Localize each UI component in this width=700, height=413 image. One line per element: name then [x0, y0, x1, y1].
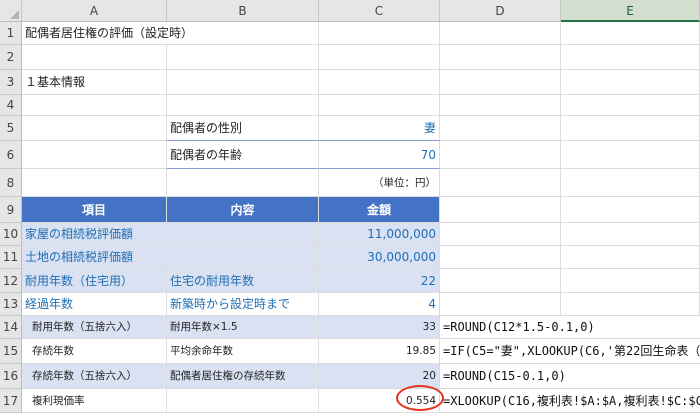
cell-d1[interactable]: [440, 22, 561, 45]
table-row-amount[interactable]: 4: [319, 293, 440, 316]
section-heading-cell[interactable]: １基本情報: [22, 70, 167, 95]
cell-a8[interactable]: [22, 169, 167, 197]
cell-b2[interactable]: [167, 45, 319, 70]
cell-e12[interactable]: [561, 269, 700, 293]
cell-d4[interactable]: [440, 95, 561, 116]
column-header-e[interactable]: E: [561, 0, 700, 22]
column-header-d[interactable]: D: [440, 0, 561, 22]
table-header-item[interactable]: 項目: [22, 197, 167, 223]
table-row-amount[interactable]: 11,000,000: [319, 223, 440, 246]
cell-a2[interactable]: [22, 45, 167, 70]
cell-b8[interactable]: [167, 169, 319, 197]
table-row-item[interactable]: 存続年数: [22, 339, 167, 364]
cell-d5[interactable]: [440, 116, 561, 141]
cell-e3[interactable]: [561, 70, 700, 95]
table-row-item[interactable]: 複利現価率: [22, 389, 167, 413]
cell-e9[interactable]: [561, 197, 700, 223]
row-header-5[interactable]: 5: [0, 116, 22, 141]
row-header-8[interactable]: 8: [0, 169, 22, 197]
cell-e5[interactable]: [561, 116, 700, 141]
table-header-amount[interactable]: 金額: [319, 197, 440, 223]
unit-note-cell[interactable]: （単位：円）: [319, 169, 440, 197]
table-row-item[interactable]: 耐用年数（五捨六入）: [22, 316, 167, 339]
table-row-content[interactable]: [167, 246, 319, 269]
table-row-item[interactable]: 存続年数（五捨六入）: [22, 364, 167, 389]
cell-e10[interactable]: [561, 223, 700, 246]
cell-d8[interactable]: [440, 169, 561, 197]
cell-e13[interactable]: [561, 293, 700, 316]
table-row-item[interactable]: 耐用年数（住宅用）: [22, 269, 167, 293]
table-row-item[interactable]: 家屋の相続税評価額: [22, 223, 167, 246]
table-row-content[interactable]: 平均余命年数: [167, 339, 319, 364]
cell-d10[interactable]: [440, 223, 561, 246]
age-value-cell[interactable]: 70: [319, 141, 440, 169]
row-header-15[interactable]: 15: [0, 339, 22, 364]
row-header-10[interactable]: 10: [0, 223, 22, 246]
title-cell[interactable]: 配偶者居住権の評価（設定時）: [22, 22, 193, 45]
table-row-amount[interactable]: 19.85: [319, 339, 440, 364]
column-header-b[interactable]: B: [167, 0, 319, 22]
cell-d3[interactable]: [440, 70, 561, 95]
row-header-17[interactable]: 17: [0, 389, 22, 413]
cell-a5[interactable]: [22, 116, 167, 141]
formula-text: =IF(C5="妻",XLOOKUP(C6,'第22回生命表（女）'!$B: [440, 339, 700, 364]
cell-e11[interactable]: [561, 246, 700, 269]
cell-a6[interactable]: [22, 141, 167, 169]
table-row-amount[interactable]: 30,000,000: [319, 246, 440, 269]
row-header-13[interactable]: 13: [0, 293, 22, 316]
age-label-cell[interactable]: 配偶者の年齢: [167, 141, 319, 169]
row-header-11[interactable]: 11: [0, 246, 22, 269]
cell-c1[interactable]: [319, 22, 440, 45]
table-row-content[interactable]: 配偶者居住権の存続年数: [167, 364, 319, 389]
table-row-item[interactable]: 経過年数: [22, 293, 167, 316]
cell-d13[interactable]: [440, 293, 561, 316]
column-header-a[interactable]: A: [22, 0, 167, 22]
row-header-6[interactable]: 6: [0, 141, 22, 169]
table-row-content[interactable]: [167, 223, 319, 246]
cell-e4[interactable]: [561, 95, 700, 116]
table-row-item[interactable]: 土地の相続税評価額: [22, 246, 167, 269]
spreadsheet: A B C D E 1 2 3 4 5 6 8 9 10 11 12 13 14…: [0, 0, 700, 413]
cell-e6[interactable]: [561, 141, 700, 169]
formula-text: =ROUND(C15-0.1,0): [440, 364, 700, 389]
cell-c3[interactable]: [319, 70, 440, 95]
row-header-16[interactable]: 16: [0, 364, 22, 389]
table-row-content[interactable]: 住宅の耐用年数: [167, 269, 319, 293]
cell-d6[interactable]: [440, 141, 561, 169]
cell-b1[interactable]: [167, 22, 319, 45]
cell-e2[interactable]: [561, 45, 700, 70]
row-header-2[interactable]: 2: [0, 45, 22, 70]
table-row-amount[interactable]: 22: [319, 269, 440, 293]
gender-value-cell[interactable]: 妻: [319, 116, 440, 141]
row-header-1[interactable]: 1: [0, 22, 22, 45]
table-row-content[interactable]: [167, 389, 319, 413]
cell-d2[interactable]: [440, 45, 561, 70]
cell-d11[interactable]: [440, 246, 561, 269]
row-header-12[interactable]: 12: [0, 269, 22, 293]
cell-d12[interactable]: [440, 269, 561, 293]
formula-text: =XLOOKUP(C16,複利表!$A:$A,複利表!$C:$C): [440, 389, 700, 413]
row-header-4[interactable]: 4: [0, 95, 22, 116]
table-row-content[interactable]: 耐用年数×1.5: [167, 316, 319, 339]
table-row-amount[interactable]: 33: [319, 316, 440, 339]
cell-c4[interactable]: [319, 95, 440, 116]
select-all-triangle-icon: [10, 10, 19, 19]
gender-label-cell[interactable]: 配偶者の性別: [167, 116, 319, 141]
row-header-14[interactable]: 14: [0, 316, 22, 339]
row-header-3[interactable]: 3: [0, 70, 22, 95]
cell-b3[interactable]: [167, 70, 319, 95]
formula-text: =ROUND(C12*1.5-0.1,0): [440, 316, 700, 339]
cell-a4[interactable]: [22, 95, 167, 116]
column-header-c[interactable]: C: [319, 0, 440, 22]
cell-e8[interactable]: [561, 169, 700, 197]
cell-d9[interactable]: [440, 197, 561, 223]
highlight-circle-annotation: [396, 385, 444, 411]
cell-c2[interactable]: [319, 45, 440, 70]
cell-e1[interactable]: [561, 22, 700, 45]
select-all-corner[interactable]: [0, 0, 22, 22]
cell-b4[interactable]: [167, 95, 319, 116]
row-header-9[interactable]: 9: [0, 197, 22, 223]
table-row-content[interactable]: 新築時から設定時まで: [167, 293, 319, 316]
table-header-content[interactable]: 内容: [167, 197, 319, 223]
